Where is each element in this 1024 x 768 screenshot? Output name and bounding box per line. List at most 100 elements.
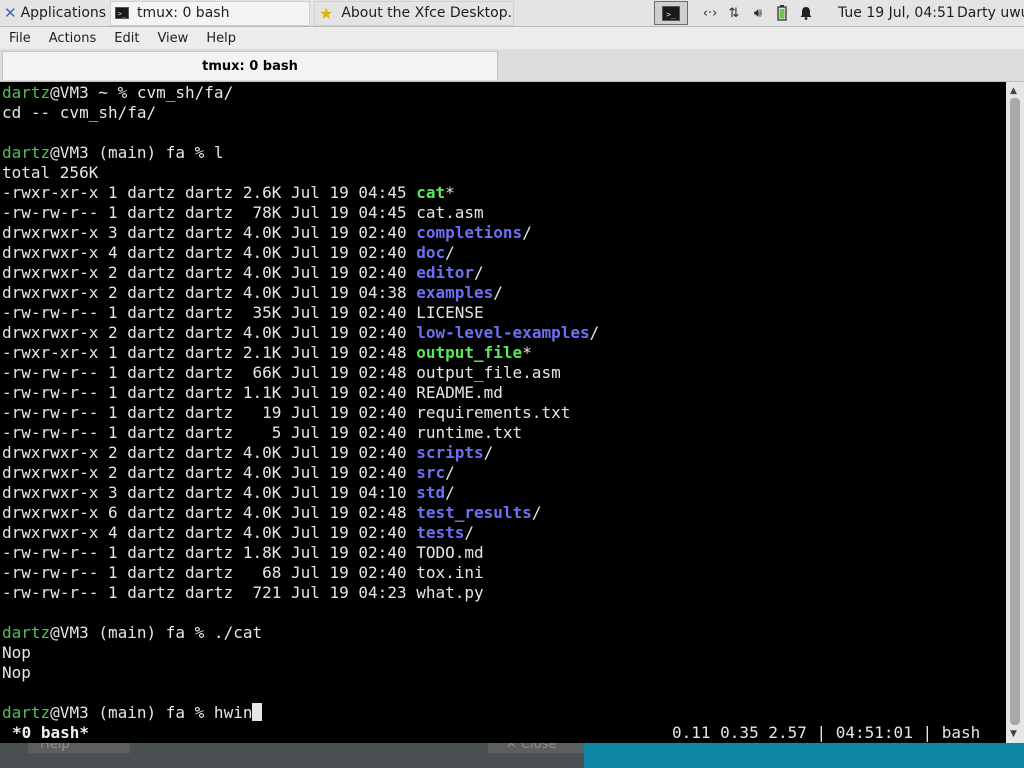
terminal-line: -rw-rw-r-- 1 dartz dartz 66K Jul 19 02:4… — [2, 363, 561, 383]
menu-file[interactable]: File — [0, 31, 40, 46]
terminal-scrollbar[interactable]: ▲ ▼ — [1006, 82, 1024, 743]
terminal-text-segment: tests — [416, 523, 465, 542]
terminal-line: cd -- cvm_sh/fa/ — [2, 103, 156, 123]
terminal-line: dartz@VM3 (main) fa % ./cat — [2, 623, 262, 643]
terminal-text-segment: drwxrwxr-x 6 dartz dartz 4.0K Jul 19 02:… — [2, 503, 417, 522]
terminal-text-segment: @VM3 (main) fa % hwin — [50, 703, 253, 722]
terminal-text-segment: low-level-examples — [416, 323, 590, 342]
terminal-text-segment: -rw-rw-r-- 1 dartz dartz 35K Jul 19 02:4… — [2, 303, 484, 322]
applications-menu-button[interactable]: ✕ Applications — [0, 0, 106, 26]
xfce-logo-icon: ✕ — [4, 4, 17, 22]
active-terminal-button[interactable]: >_ — [654, 1, 688, 25]
menu-edit[interactable]: Edit — [105, 31, 148, 46]
terminal-line: Nop — [2, 663, 31, 683]
terminal-text-segment: output_file — [416, 343, 523, 362]
taskbar-item-label: About the Xfce Desktop... — [341, 5, 514, 21]
volume-icon[interactable]: 🔊︎ — [746, 1, 770, 25]
terminal-text-segment: drwxrwxr-x 2 dartz dartz 4.0K Jul 19 02:… — [2, 443, 417, 462]
terminal-view[interactable]: dartz@VM3 ~ % cvm_sh/fa/cd -- cvm_sh/fa/… — [0, 82, 1006, 743]
taskbar-item-about-xfce[interactable]: ★ About the Xfce Desktop... — [314, 0, 514, 26]
terminal-text-segment: / — [531, 503, 542, 522]
tmux-window-label: *0 bash* — [12, 723, 90, 742]
terminal-text-segment: / — [483, 443, 494, 462]
terminal-text-segment: Nop — [2, 663, 31, 682]
terminal-text-segment: std — [416, 483, 446, 502]
taskbar-item-label: tmux: 0 bash — [137, 5, 230, 21]
terminal-line: drwxrwxr-x 6 dartz dartz 4.0K Jul 19 02:… — [2, 503, 541, 523]
scroll-down-icon[interactable]: ▼ — [1010, 729, 1017, 739]
tmux-status-right: 0.11 0.35 2.57 | 04:51:01 | bash — [672, 723, 981, 742]
terminal-text-segment: drwxrwxr-x 2 dartz dartz 4.0K Jul 19 04:… — [2, 283, 417, 302]
terminal-text-segment: completions — [416, 223, 523, 242]
tab-bar: tmux: 0 bash — [0, 49, 1024, 82]
terminal-text-segment: @VM3 (main) fa % l — [50, 143, 224, 162]
bell-icon[interactable] — [794, 1, 818, 25]
taskbar-item-tmux[interactable]: >_ tmux: 0 bash — [110, 0, 310, 26]
terminal-text-segment: @VM3 (main) fa % ./cat — [50, 623, 263, 642]
terminal-text-segment: -rw-rw-r-- 1 dartz dartz 1.8K Jul 19 02:… — [2, 543, 484, 562]
terminal-line: Nop — [2, 643, 31, 663]
terminal-line: drwxrwxr-x 2 dartz dartz 4.0K Jul 19 04:… — [2, 283, 503, 303]
terminal-text-segment: @VM3 ~ % cvm_sh/fa/ — [50, 83, 234, 102]
terminal-text-segment: / — [493, 283, 503, 302]
terminal-text-segment: scripts — [416, 443, 484, 462]
terminal-line: -rwxr-xr-x 1 dartz dartz 2.6K Jul 19 04:… — [2, 183, 455, 203]
background-help-label: Help — [40, 743, 70, 752]
terminal-text-segment: -rw-rw-r-- 1 dartz dartz 1.1K Jul 19 02:… — [2, 383, 503, 402]
terminal-line: dartz@VM3 (main) fa % l — [2, 143, 224, 163]
transfer-icon[interactable]: ⇅ — [722, 1, 746, 25]
terminal-line: drwxrwxr-x 4 dartz dartz 4.0K Jul 19 02:… — [2, 243, 455, 263]
terminal-text-segment: cd -- cvm_sh/fa/ — [2, 103, 157, 122]
terminal-line: -rw-rw-r-- 1 dartz dartz 1.8K Jul 19 02:… — [2, 543, 484, 563]
terminal-text-segment: drwxrwxr-x 3 dartz dartz 4.0K Jul 19 02:… — [2, 223, 417, 242]
terminal-text-segment: drwxrwxr-x 2 dartz dartz 4.0K Jul 19 02:… — [2, 463, 417, 482]
background-close-label: ✕ Close — [506, 743, 557, 752]
terminal-text-segment: cat — [416, 183, 446, 202]
terminal-icon: >_ — [115, 7, 129, 19]
menu-help[interactable]: Help — [197, 31, 245, 46]
menu-actions[interactable]: Actions — [40, 31, 106, 46]
scroll-up-icon[interactable]: ▲ — [1010, 86, 1017, 96]
terminal-line: -rw-rw-r-- 1 dartz dartz 68 Jul 19 02:40… — [2, 563, 484, 583]
tmux-status-bar: *0 bash* 0.11 0.35 2.57 | 04:51:01 | bas… — [0, 722, 1006, 743]
terminal-text-segment: / — [474, 263, 484, 282]
terminal-text-segment: / — [445, 483, 455, 502]
terminal-text-segment: * — [445, 183, 455, 202]
system-tray: >_ ‹·› ⇅ 🔊︎ — [654, 0, 818, 26]
panel-clock[interactable]: Tue 19 Jul, 04:51 — [838, 0, 955, 26]
terminal-line: drwxrwxr-x 4 dartz dartz 4.0K Jul 19 02:… — [2, 523, 474, 543]
terminal-line: drwxrwxr-x 2 dartz dartz 4.0K Jul 19 02:… — [2, 263, 484, 283]
terminal-line: -rw-rw-r-- 1 dartz dartz 5 Jul 19 02:40 … — [2, 423, 522, 443]
terminal-text-segment: dartz — [2, 143, 51, 162]
terminal-line: dartz@VM3 ~ % cvm_sh/fa/ — [2, 83, 233, 103]
terminal-line: -rw-rw-r-- 1 dartz dartz 721 Jul 19 04:2… — [2, 583, 484, 603]
terminal-line: drwxrwxr-x 2 dartz dartz 4.0K Jul 19 02:… — [2, 443, 493, 463]
top-panel: ✕ Applications >_ tmux: 0 bash ★ About t… — [0, 0, 1024, 27]
menu-view[interactable]: View — [148, 31, 197, 46]
scrollbar-thumb[interactable] — [1010, 98, 1020, 725]
network-arrows-icon[interactable]: ‹·› — [698, 1, 722, 25]
terminal-text-segment: dartz — [2, 703, 51, 722]
terminal-line: drwxrwxr-x 3 dartz dartz 4.0K Jul 19 02:… — [2, 223, 532, 243]
terminal-icon: >_ — [662, 5, 680, 21]
terminal-text-segment: -rw-rw-r-- 1 dartz dartz 68 Jul 19 02:40… — [2, 563, 484, 582]
tab-tmux-bash[interactable]: tmux: 0 bash — [2, 51, 498, 80]
terminal-text-segment: -rw-rw-r-- 1 dartz dartz 5 Jul 19 02:40 … — [2, 423, 523, 442]
terminal-text-segment: total 256K — [2, 163, 99, 182]
star-icon: ★ — [319, 3, 334, 23]
user-menu[interactable]: Darty uwu — [957, 0, 1024, 26]
terminal-line: total 256K — [2, 163, 98, 183]
terminal-text-segment: -rwxr-xr-x 1 dartz dartz 2.6K Jul 19 04:… — [2, 183, 417, 202]
battery-icon[interactable] — [770, 1, 794, 25]
terminal-line: -rwxr-xr-x 1 dartz dartz 2.1K Jul 19 02:… — [2, 343, 532, 363]
background-help-button[interactable]: Help — [28, 743, 130, 753]
terminal-text-segment: test_results — [416, 503, 532, 522]
terminal-text-segment: dartz — [2, 83, 51, 102]
terminal-text-segment: -rwxr-xr-x 1 dartz dartz 2.1K Jul 19 02:… — [2, 343, 417, 362]
terminal-text-segment: drwxrwxr-x 3 dartz dartz 4.0K Jul 19 04:… — [2, 483, 417, 502]
terminal-line: -rw-rw-r-- 1 dartz dartz 78K Jul 19 04:4… — [2, 203, 484, 223]
terminal-text-segment: drwxrwxr-x 4 dartz dartz 4.0K Jul 19 02:… — [2, 243, 417, 262]
terminal-text-segment: -rw-rw-r-- 1 dartz dartz 19 Jul 19 02:40… — [2, 403, 571, 422]
terminal-text-segment: / — [445, 243, 455, 262]
terminal-text-segment: examples — [416, 283, 494, 302]
